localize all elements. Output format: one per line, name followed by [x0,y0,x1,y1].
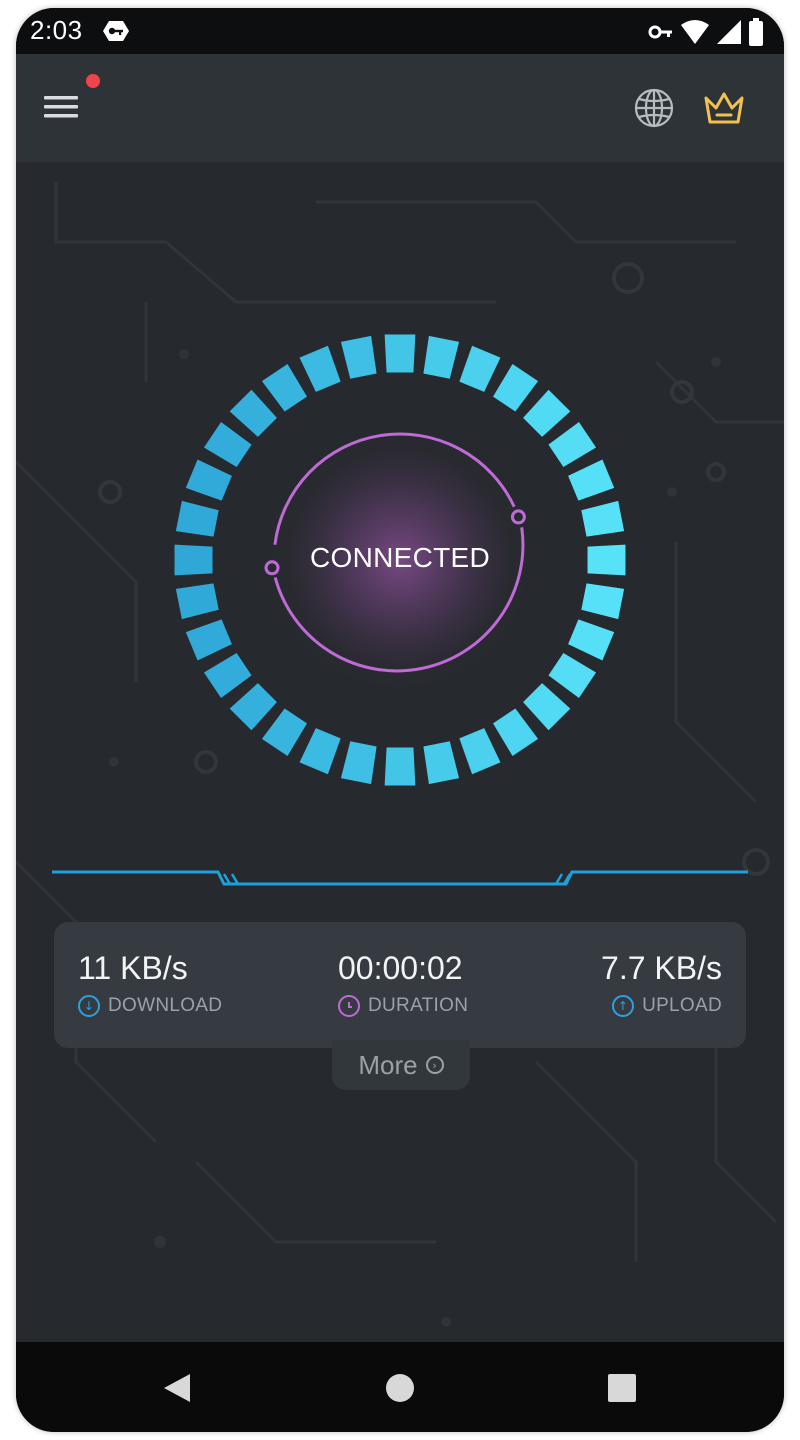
ring-segment [384,747,416,786]
ring-segment [175,583,219,620]
ring-segment [568,619,615,661]
chevron-right-circle-icon: › [425,1056,444,1074]
ring-segment [299,728,341,775]
connection-status: CONNECTED [309,542,491,573]
ring-segment [185,459,232,501]
more-label: More [358,1049,418,1080]
ring-segment [548,653,597,699]
download-value: 11 KB/s [78,950,188,986]
arc-knob [510,509,526,525]
recents-icon[interactable] [608,1374,636,1402]
duration-label: DURATION [368,995,469,1016]
notification-dot [86,74,100,88]
vpn-key-icon [648,25,672,39]
ring-segment [299,345,341,392]
wifi-icon [681,20,709,44]
ring-segment [568,459,615,501]
download-label: DOWNLOAD [108,995,223,1016]
globe-icon[interactable] [632,86,676,130]
ring-segment [493,363,539,412]
upload-label: UPLOAD [642,995,722,1016]
ring-segment [459,728,501,775]
status-icons [648,18,764,46]
upload-arrow-icon: ↑ [612,995,635,1017]
more-button[interactable]: More › [332,1040,470,1090]
ring-segment [459,345,501,392]
connection-ring[interactable] [16,162,784,862]
duration-stat: 00:00:02 DURATION [338,950,468,1017]
upload-stat: 7.7 KB/s ↑ UPLOAD [601,950,722,1017]
stats-panel: 11 KB/s ↓ DOWNLOAD 00:00:02 DURATION 7.7… [54,922,746,1048]
ring-segment [587,544,626,576]
ring-segment [423,335,460,379]
back-icon[interactable] [162,1372,192,1404]
battery-icon [749,18,763,46]
system-nav-bar [16,1342,784,1432]
ring-segment [384,334,416,373]
status-bar: 2:03 [16,8,784,54]
ring-segment [340,335,377,379]
vpn-app-icon [103,21,129,41]
ring-segment [229,389,277,437]
download-arrow-icon: ↓ [78,995,100,1017]
ring-segment [174,544,213,576]
ring-segment [423,741,460,785]
download-caption: ↓ DOWNLOAD [78,995,222,1017]
ring-segment [548,421,597,467]
ring-segment [581,500,625,537]
ring-segment [185,619,232,661]
ring-segment [175,500,219,537]
duration-value: 00:00:02 [338,950,463,986]
upload-value: 7.7 KB/s [601,950,722,986]
phone-screen: 2:03 CONNECTED 11 KB/s ↓ DOWNLOAD 00:00:… [16,8,784,1432]
duration-caption: DURATION [338,995,468,1017]
ring-segment [581,583,625,620]
ring-segment [261,708,307,757]
clock-icon [338,995,360,1017]
download-stat: 11 KB/s ↓ DOWNLOAD [78,950,222,1017]
hamburger-menu-icon[interactable] [42,90,80,124]
app-bar [16,54,784,162]
crown-icon[interactable] [702,86,746,130]
ring-segment [523,683,571,731]
home-icon[interactable] [386,1374,414,1402]
upload-caption: ↑ UPLOAD [601,995,722,1017]
ring-segment [261,363,307,412]
ring-segment [203,421,252,467]
ring-segment [340,741,377,785]
ring-segment [523,389,571,437]
status-time: 2:03 [30,15,83,45]
ring-segment [493,708,539,757]
ring-segment [203,653,252,699]
ring-segment [229,683,277,731]
glow-divider [52,870,748,886]
cell-signal-icon [717,20,741,44]
